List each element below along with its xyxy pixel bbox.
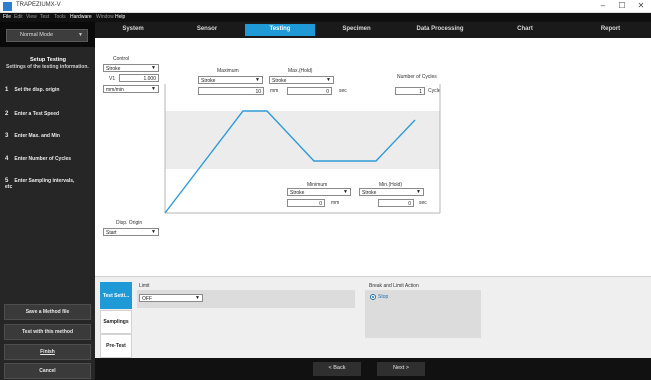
cancel-button[interactable]: Cancel	[4, 363, 91, 379]
limit-value: OFF	[142, 296, 152, 302]
step-number: 3	[5, 133, 9, 139]
minimum-unit: mm	[331, 200, 340, 206]
close-icon[interactable]: ✕	[635, 1, 647, 10]
step-4[interactable]: 4 Enter Number of Cycles	[5, 156, 93, 162]
tab-report[interactable]: Report	[573, 24, 648, 36]
waveform-diagram	[164, 84, 441, 214]
step-3[interactable]: 3 Enter Max. and Min	[5, 133, 93, 139]
app-icon	[3, 2, 12, 11]
menu-tools[interactable]: Tools	[54, 14, 66, 20]
finish-button[interactable]: Finish	[4, 344, 91, 360]
mode-bar: Normal Mode ▼	[0, 22, 95, 47]
test-with-method-button[interactable]: Test with this method	[4, 324, 91, 340]
tab-sensor[interactable]: Sensor	[171, 24, 243, 36]
tab-data-processing[interactable]: Data Processing	[395, 24, 485, 36]
disp-origin-value: Start	[106, 230, 117, 236]
next-button[interactable]: Next >	[377, 362, 425, 376]
sidebar-heading: Setup Testing	[30, 57, 66, 63]
top-tab-bar: System Sensor Testing Specimen Data Proc…	[95, 22, 651, 38]
window-title: TRAPEZIUMX-V	[16, 2, 61, 8]
back-button[interactable]: < Back	[313, 362, 361, 376]
step-label: Enter Sampling intervals, etc	[5, 178, 75, 190]
step-number: 4	[5, 156, 9, 162]
step-5[interactable]: 5 Enter Sampling intervals, etc	[5, 178, 75, 190]
stop-radio[interactable]	[370, 294, 376, 300]
step-number: 2	[5, 111, 9, 117]
sidebar-subheading: Settings of the testing information.	[6, 64, 89, 70]
menu-edit[interactable]: Edit	[14, 14, 23, 20]
menu-view[interactable]: View	[26, 14, 37, 20]
minimum-type-select[interactable]: Stroke ▼	[287, 188, 351, 196]
maximize-icon[interactable]: ☐	[616, 1, 628, 10]
step-label: Enter Number of Cycles	[14, 156, 72, 162]
disp-origin-label: Disp. Origin	[116, 220, 143, 226]
testing-panel: Control Stroke ▼ V1 1.000 mm/min ▼ Maxim…	[95, 38, 651, 276]
step-number: 1	[5, 87, 9, 93]
tab-test-settings[interactable]: Test Setti...	[100, 282, 132, 309]
menu-file[interactable]: File	[3, 14, 11, 20]
tab-system[interactable]: System	[97, 24, 169, 36]
chevron-down-icon: ▼	[416, 189, 421, 195]
min-hold-unit: sec	[419, 200, 427, 206]
tab-pre-test[interactable]: Pre-Test	[100, 334, 132, 358]
limit-select[interactable]: OFF ▼	[139, 294, 203, 302]
chevron-down-icon: ▼	[195, 295, 200, 301]
chevron-down-icon: ▼	[343, 189, 348, 195]
tab-samplings[interactable]: Samplings	[100, 310, 132, 334]
step-label: Set the disp. origin	[14, 87, 60, 93]
menu-window[interactable]: Window	[96, 14, 114, 20]
wizard-footer: < Back Next >	[95, 358, 651, 380]
step-1[interactable]: 1 Set the disp. origin	[5, 87, 93, 93]
menu-bar: File Edit View Test Tools Hardware Windo…	[0, 13, 651, 22]
radio-dot-icon	[372, 296, 374, 298]
break-limit-label: Break and Limit Action	[369, 283, 419, 289]
cycle-band	[165, 111, 440, 169]
step-label: Enter Max. and Min	[14, 133, 60, 139]
mode-select-value: Normal Mode	[20, 32, 54, 38]
minimum-type-value: Stroke	[290, 190, 305, 196]
min-hold-input[interactable]: 0	[378, 199, 414, 207]
tab-chart[interactable]: Chart	[490, 24, 560, 36]
chevron-down-icon: ▼	[78, 32, 83, 38]
app-window: TRAPEZIUMX-V – ☐ ✕ File Edit View Test T…	[0, 0, 651, 380]
step-label: Enter a Test Speed	[14, 111, 60, 117]
min-hold-type-value: Stroke	[362, 190, 377, 196]
menu-test[interactable]: Test	[40, 14, 49, 20]
title-bar: TRAPEZIUMX-V – ☐ ✕	[0, 0, 651, 13]
tab-specimen[interactable]: Specimen	[319, 24, 394, 36]
save-method-button[interactable]: Save a Method file	[4, 304, 91, 320]
finish-label: Finish	[40, 349, 55, 355]
limit-label: Limit	[139, 283, 150, 289]
disp-origin-select[interactable]: Start ▼	[103, 228, 159, 236]
minimum-input[interactable]: 0	[287, 199, 325, 207]
setup-sidebar: Setup Testing Settings of the testing in…	[0, 47, 95, 380]
min-hold-type-select[interactable]: Stroke ▼	[359, 188, 424, 196]
minimize-icon[interactable]: –	[597, 1, 609, 10]
step-2[interactable]: 2 Enter a Test Speed	[5, 111, 93, 117]
mode-select[interactable]: Normal Mode ▼	[6, 29, 88, 42]
menu-hardware[interactable]: Hardware	[70, 14, 92, 20]
bottom-settings-panel: Test Setti... Samplings Pre-Test Limit O…	[95, 276, 651, 358]
chevron-down-icon: ▼	[151, 229, 156, 235]
stop-radio-label: Stop	[378, 294, 389, 300]
tab-testing[interactable]: Testing	[245, 24, 315, 36]
menu-help[interactable]: Help	[115, 14, 125, 20]
